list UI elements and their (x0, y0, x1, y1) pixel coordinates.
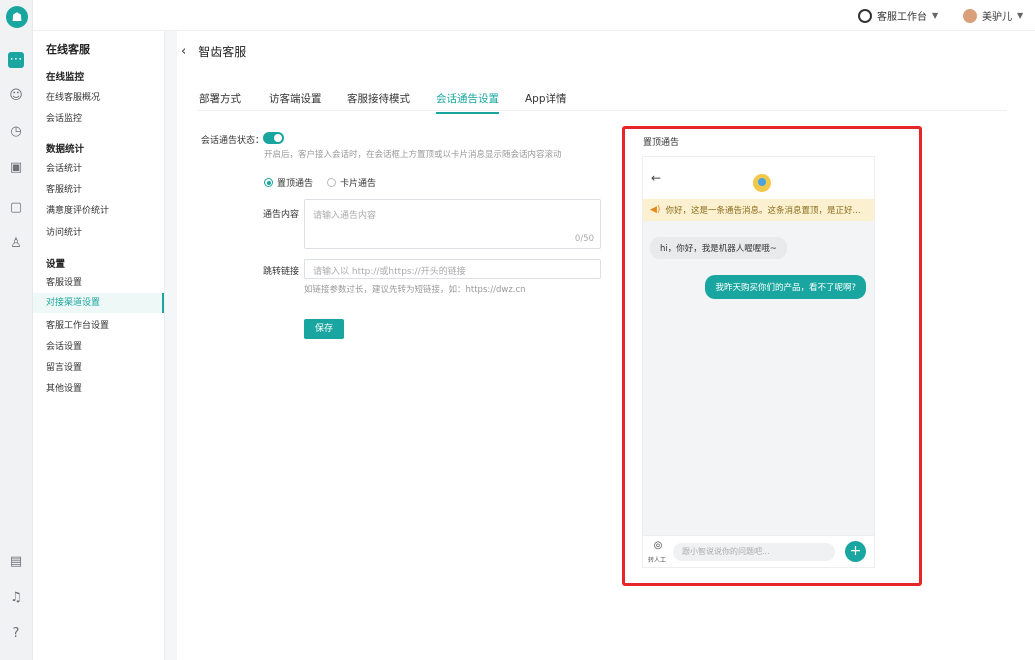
content-placeholder: 请输入通告内容 (313, 211, 377, 221)
clock-icon[interactable]: ◷ (8, 124, 24, 140)
workspace-label: 客服工作台 (877, 12, 927, 23)
link-hint: 如链接参数过长，建议先转为短链接，如：https://dwz.cn (304, 285, 526, 295)
sidebar-item-overview[interactable]: 在线客服概况 (46, 88, 164, 108)
sidebar-item-visit-stats[interactable]: 访问统计 (46, 223, 164, 243)
top-bar: 客服工作台 ▼ 美驴儿 ▼ (33, 0, 1035, 31)
tab-visitor-settings[interactable]: 访客端设置 (269, 91, 322, 112)
sidebar-group-settings: 设置 (46, 259, 66, 270)
content-textarea[interactable]: 请输入通告内容 0/50 (304, 199, 601, 249)
status-hint: 开启后，客户接入会话时，在会话框上方置顶或以卡片消息显示随会话内容滚动 (264, 150, 562, 160)
human-agent-label: 转人工 (648, 557, 667, 564)
radio-card-label: 卡片通告 (340, 179, 377, 189)
headset-icon: ◎ (653, 540, 663, 551)
chat-input-placeholder: 跟小智说说你的问题吧... (682, 547, 770, 556)
bell-icon[interactable]: ♫ (8, 590, 24, 606)
sidebar-item-workspace-settings[interactable]: 客服工作台设置 (46, 316, 164, 336)
arrow-left-icon: ← (651, 171, 662, 185)
sidebar-item-satisfaction-stats[interactable]: 满意度评价统计 (46, 201, 164, 221)
screen-icon[interactable]: ▣ (8, 160, 24, 176)
plus-icon: + (845, 541, 866, 562)
robot-icon[interactable]: ☺ (8, 88, 24, 104)
note-icon[interactable]: ▤ (8, 554, 24, 570)
person-icon[interactable]: ♙ (8, 236, 24, 252)
link-label: 跳转链接 (263, 267, 300, 277)
sidebar-title: 在线客服 (46, 43, 90, 56)
headset-icon (858, 8, 872, 23)
settings-sidebar: 在线客服 在线监控 在线客服概况 会话监控 数据统计 会话统计 客服统计 满意度… (33, 31, 165, 660)
workspace-switcher[interactable]: 客服工作台 ▼ (858, 8, 938, 23)
radio-checked-icon (264, 178, 273, 187)
page-title: 智齿客服 (198, 45, 247, 59)
bot-message: hi，你好，我是机器人喔喔哦~ (650, 237, 787, 259)
tab-reception-mode[interactable]: 客服接待模式 (347, 91, 410, 112)
status-label: 会话通告状态： (201, 136, 265, 146)
bot-logo-icon (753, 174, 771, 192)
link-placeholder: 请输入以 http://或https://开头的链接 (313, 267, 466, 277)
tab-app-details[interactable]: App详情 (525, 91, 567, 112)
tab-deployment[interactable]: 部署方式 (199, 91, 241, 112)
link-input[interactable]: 请输入以 http://或https://开头的链接 (304, 259, 601, 279)
tab-announcement-settings[interactable]: 会话通告设置 (436, 91, 499, 114)
page-header: ‹ 智齿客服 (177, 43, 246, 60)
sidebar-item-session-monitor[interactable]: 会话监控 (46, 109, 164, 129)
help-icon[interactable]: ? (8, 626, 24, 642)
tooth-logo-icon[interactable]: ☗ (6, 6, 28, 28)
sidebar-item-session-settings[interactable]: 会话设置 (46, 337, 164, 357)
sidebar-item-other-settings[interactable]: 其他设置 (46, 379, 164, 399)
radio-card-announcement[interactable]: 卡片通告 (327, 176, 376, 189)
content-label: 通告内容 (263, 210, 300, 220)
radio-unchecked-icon (327, 178, 336, 187)
phone-preview: ← ◀︎) 你好，这是一条通告消息。这条消息置顶，是正好... hi，你好，我是… (642, 156, 875, 568)
user-name: 美驴儿 (982, 12, 1012, 23)
notice-text: 你好，这是一条通告消息。这条消息置顶，是正好... (665, 206, 861, 216)
chat-icon[interactable]: ⋯ (8, 52, 24, 68)
sidebar-item-channel-settings[interactable]: 对接渠道设置 (33, 293, 164, 313)
sidebar-group-stats: 数据统计 (46, 144, 85, 155)
back-arrow-icon[interactable]: ‹ (177, 44, 186, 59)
chat-input: 跟小智说说你的问题吧... (673, 543, 835, 561)
user-menu[interactable]: 美驴儿 ▼ (963, 8, 1023, 23)
phone-header: ← (643, 157, 874, 199)
save-button[interactable]: 保存 (304, 319, 344, 339)
status-toggle[interactable] (263, 132, 284, 144)
sidebar-group-monitor: 在线监控 (46, 72, 85, 83)
sidebar-item-agent-settings[interactable]: 客服设置 (46, 273, 164, 293)
char-counter: 0/50 (574, 234, 594, 244)
preview-label: 置顶通告 (643, 138, 680, 148)
speaker-icon: ◀︎) (650, 205, 661, 215)
avatar (963, 8, 977, 23)
monitor-icon[interactable]: ▢ (8, 200, 24, 216)
main-panel: ‹ 智齿客服 部署方式 访客端设置 客服接待模式 会话通告设置 App详情 会话… (177, 31, 1035, 660)
sidebar-item-session-stats[interactable]: 会话统计 (46, 159, 164, 179)
phone-footer: ◎ 转人工 跟小智说说你的问题吧... + (643, 535, 874, 567)
pinned-notice: ◀︎) 你好，这是一条通告消息。这条消息置顶，是正好... (643, 199, 874, 221)
icon-rail: ☗ ⋯ ☺ ◷ ▣ ▢ ♙ ▤ ♫ ? (0, 0, 33, 660)
radio-top-label: 置顶通告 (277, 179, 314, 189)
radio-top-announcement[interactable]: 置顶通告 (264, 176, 313, 189)
chevron-down-icon: ▼ (932, 11, 939, 20)
chevron-down-icon: ▼ (1017, 11, 1024, 20)
tab-bar: 部署方式 访客端设置 客服接待模式 会话通告设置 App详情 (197, 89, 1007, 114)
user-message: 我昨天购买你们的产品，看不了呢啊? (705, 275, 866, 299)
sidebar-item-agent-stats[interactable]: 客服统计 (46, 180, 164, 200)
sidebar-item-message-settings[interactable]: 留言设置 (46, 358, 164, 378)
